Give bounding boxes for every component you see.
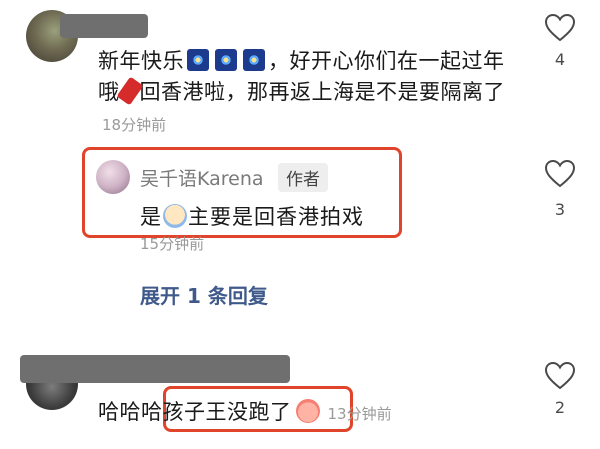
reply-text-part: 主要是回香港拍戏 [188,205,364,229]
peach-face-emoji-icon [295,399,320,423]
comment-text-part: 回香港啦，那再返上海是不是要隔离了 [139,80,505,104]
author-avatar[interactable] [96,160,130,194]
redacted-username [20,355,290,383]
like-heart-icon[interactable] [544,360,576,392]
comment-timestamp: 18分钟前 [102,116,167,134]
comment-text-highlight: 孩子王没跑了 [162,400,292,424]
fireworks-emoji-icon [215,49,237,71]
author-badge: 作者 [278,163,328,192]
crying-face-emoji-icon [163,204,187,228]
reply-author-name[interactable]: 吴千语Karena [140,164,264,191]
comment-text-part: 新年快乐 [98,49,184,73]
comment-text-part: 哈哈哈 [98,400,163,424]
redacted-username [60,14,148,38]
comment-text: 哈哈哈孩子王没跑了 13分钟前 [98,396,392,426]
like-count: 2 [554,398,566,417]
like-heart-icon[interactable] [544,12,576,44]
like-count: 3 [554,200,566,219]
comment-text: 新年快乐 ，好开心你们在一起过年哦 回香港啦，那再返上海是不是要隔离了18分钟前 [98,46,518,141]
fireworks-emoji-icon [187,49,209,71]
like-heart-icon[interactable] [544,158,576,190]
fireworks-emoji-icon [243,49,265,71]
reply-timestamp: 15分钟前 [140,235,205,253]
reply-text-part: 是 [140,205,162,229]
expand-replies-link[interactable]: 展开 1 条回复 [140,280,268,309]
comment-timestamp: 13分钟前 [327,405,392,423]
like-count: 4 [554,50,566,69]
reply-text: 是 主要是回香港拍戏 [140,201,364,231]
